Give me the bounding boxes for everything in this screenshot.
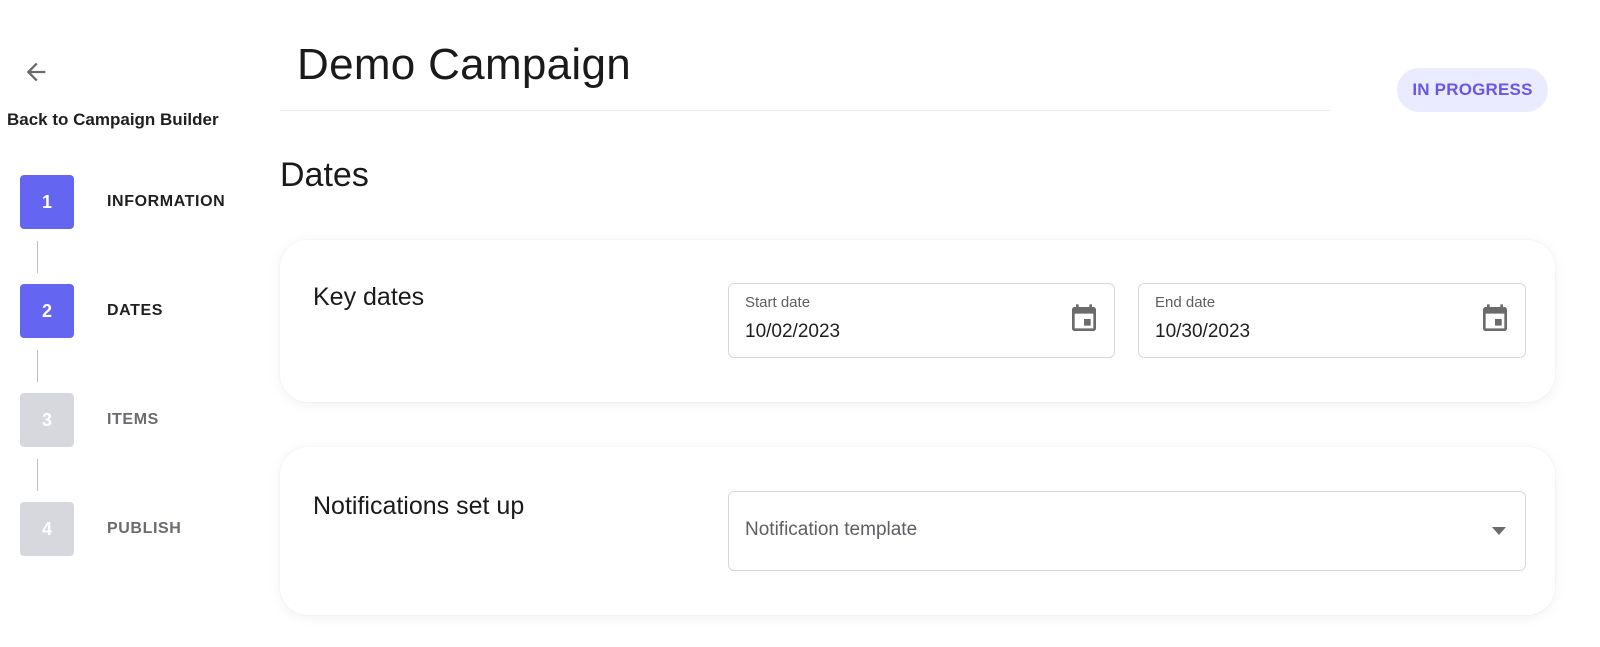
end-date-field[interactable]: End date 10/30/2023 bbox=[1138, 283, 1526, 358]
back-button[interactable] bbox=[20, 56, 52, 88]
step-connector bbox=[37, 459, 38, 491]
step-items[interactable]: 3 ITEMS bbox=[20, 393, 240, 447]
step-number: 2 bbox=[20, 284, 74, 338]
step-information[interactable]: 1 INFORMATION bbox=[20, 175, 240, 229]
step-label: PUBLISH bbox=[107, 520, 182, 537]
caret-down-icon bbox=[1492, 527, 1506, 535]
calendar-icon[interactable] bbox=[1068, 302, 1100, 336]
back-to-campaign-builder-link[interactable]: Back to Campaign Builder bbox=[7, 110, 219, 130]
section-heading: Dates bbox=[280, 156, 369, 194]
status-badge: IN PROGRESS bbox=[1397, 68, 1548, 112]
step-publish[interactable]: 4 PUBLISH bbox=[20, 502, 240, 556]
card-title: Notifications set up bbox=[313, 492, 525, 520]
step-label: ITEMS bbox=[107, 411, 159, 428]
start-date-field[interactable]: Start date 10/02/2023 bbox=[728, 283, 1115, 358]
step-number: 1 bbox=[20, 175, 74, 229]
step-label: DATES bbox=[107, 302, 164, 319]
notification-template-select[interactable]: Notification template bbox=[728, 491, 1526, 571]
field-value: 10/02/2023 bbox=[745, 321, 841, 342]
calendar-icon[interactable] bbox=[1479, 302, 1511, 336]
campaign-dates-page: Back to Campaign Builder 1 INFORMATION 2… bbox=[0, 0, 1600, 647]
field-label: Start date bbox=[745, 294, 811, 311]
field-label: End date bbox=[1155, 294, 1216, 311]
notifications-card: Notifications set up Notification templa… bbox=[280, 447, 1555, 615]
title-divider bbox=[280, 110, 1330, 111]
page-title: Demo Campaign bbox=[297, 40, 632, 89]
step-connector bbox=[37, 350, 38, 382]
step-number: 3 bbox=[20, 393, 74, 447]
field-value: 10/30/2023 bbox=[1155, 321, 1251, 342]
select-placeholder: Notification template bbox=[745, 519, 918, 540]
step-connector bbox=[37, 241, 38, 273]
step-label: INFORMATION bbox=[107, 193, 226, 210]
card-title: Key dates bbox=[313, 283, 425, 311]
step-dates[interactable]: 2 DATES bbox=[20, 284, 240, 338]
key-dates-card: Key dates Start date 10/02/2023 End date… bbox=[280, 240, 1555, 402]
step-number: 4 bbox=[20, 502, 74, 556]
arrow-left-icon bbox=[26, 62, 46, 82]
